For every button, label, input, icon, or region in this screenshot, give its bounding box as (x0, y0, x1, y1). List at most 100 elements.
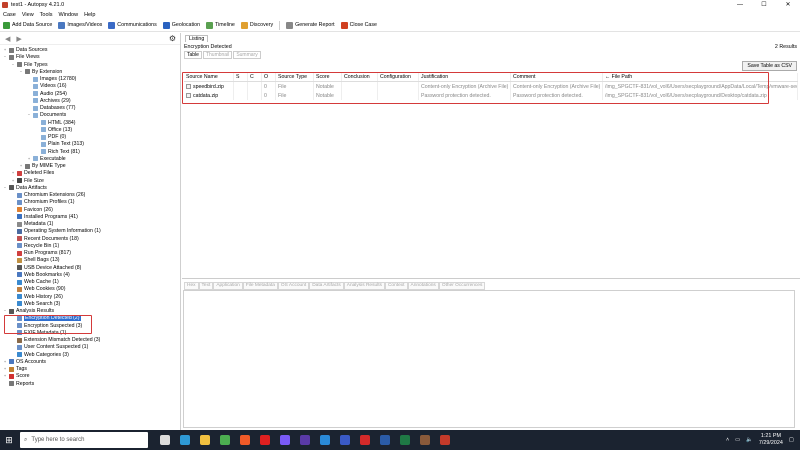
tree-node[interactable]: − File Types (11, 62, 48, 68)
tree-node[interactable]: − File Views (3, 54, 40, 60)
tree-node[interactable]: Web Search (3) (11, 301, 60, 307)
subtab-summary[interactable]: Summary (233, 51, 261, 59)
generate-report-button[interactable]: Generate Report (286, 21, 335, 29)
menu-view[interactable]: View (22, 12, 34, 18)
expand-toggle-icon[interactable]: + (11, 170, 15, 176)
tree-node[interactable]: − By Extension (19, 69, 62, 75)
expand-toggle-icon[interactable]: + (11, 178, 15, 184)
timeline-button[interactable]: Timeline (206, 21, 235, 29)
tree-node[interactable]: Web Categories (3) (11, 352, 69, 358)
tree-node[interactable]: Reports (3, 381, 34, 387)
brave-icon[interactable] (240, 435, 250, 445)
tree-node[interactable]: + OS Accounts (3, 359, 46, 365)
save-csv-button[interactable]: Save Table as CSV (742, 61, 797, 71)
maximize-button[interactable]: ☐ (752, 0, 776, 10)
tree-node[interactable]: Plain Text (313) (35, 141, 84, 147)
tree-node[interactable]: Web Cache (1) (11, 279, 59, 285)
tree-node[interactable]: − Analysis Results (3, 308, 54, 314)
tree-node[interactable]: + Score (3, 373, 30, 379)
task-view-icon[interactable] (160, 435, 170, 445)
expand-toggle-icon[interactable]: + (3, 359, 7, 365)
menu-help[interactable]: Help (84, 12, 95, 18)
tree-node[interactable]: Chromium Extensions (26) (11, 192, 85, 198)
content-tab-annotations[interactable]: Annotations (407, 282, 439, 290)
content-tab-file-metadata[interactable]: File Metadata (242, 282, 278, 290)
tree-node[interactable]: Metadata (1) (11, 221, 53, 227)
discovery-button[interactable]: Discovery (240, 21, 273, 29)
expand-toggle-icon[interactable]: + (19, 163, 23, 169)
tree-node[interactable]: Videos (16) (27, 83, 66, 89)
tree-node[interactable]: Chromium Profiles (1) (11, 199, 74, 205)
network-icon[interactable]: ▭ (735, 437, 740, 443)
geolocation-button[interactable]: Geolocation (162, 21, 200, 29)
tree-node[interactable]: Web Cookies (90) (11, 286, 65, 292)
images-videos-button[interactable]: Images/Videos (58, 21, 102, 29)
expand-toggle-icon[interactable]: − (27, 112, 31, 118)
taskbar-search-box[interactable]: ⌕ Type here to search (20, 432, 148, 448)
tree-node[interactable]: Shell Bags (13) (11, 257, 59, 263)
word-icon[interactable] (380, 435, 390, 445)
minimize-button[interactable]: — (728, 0, 752, 10)
expand-toggle-icon[interactable]: − (11, 62, 15, 68)
content-tab-text[interactable]: Text (198, 282, 214, 290)
tree-node[interactable]: Images (12780) (27, 76, 76, 82)
expand-toggle-icon[interactable]: − (3, 308, 7, 314)
tree-node[interactable]: + Tags (3, 366, 27, 372)
tree-node[interactable]: Recent Documents (18) (11, 236, 79, 242)
expand-toggle-icon[interactable]: − (3, 185, 7, 191)
expand-toggle-icon[interactable]: − (3, 54, 7, 60)
subtab-table[interactable]: Table (184, 51, 202, 59)
tree-node[interactable]: + Executable (27, 156, 66, 162)
tree-node[interactable]: Rich Text (81) (35, 149, 80, 155)
tray-chevron-icon[interactable]: ˄ (726, 437, 729, 443)
content-tab-context[interactable]: Context (384, 282, 408, 290)
forward-arrow-icon[interactable]: ▶ (16, 35, 21, 43)
edge-icon[interactable] (180, 435, 190, 445)
tree-node[interactable]: Databases (77) (27, 105, 75, 111)
tree-node[interactable]: Extension Mismatch Detected (3) (11, 337, 100, 343)
tree-node[interactable]: USB Device Attached (8) (11, 265, 81, 271)
content-tab-analysis-results[interactable]: Analysis Results (343, 282, 385, 290)
close-button[interactable]: ✕ (776, 0, 800, 10)
content-tab-application[interactable]: Application (213, 282, 243, 290)
tree-node[interactable]: Archives (29) (27, 98, 71, 104)
tree-node[interactable]: PDF (0) (35, 134, 66, 140)
communications-button[interactable]: Communications (108, 21, 157, 29)
messenger-icon[interactable] (280, 435, 290, 445)
app-purple-icon[interactable] (300, 435, 310, 445)
app-blue-icon[interactable] (340, 435, 350, 445)
close-case-button[interactable]: Close Case (340, 21, 377, 29)
tree-node[interactable]: Installed Programs (41) (11, 214, 78, 220)
tree-node[interactable]: Audio (254) (27, 91, 67, 97)
panel-divider[interactable] (182, 278, 800, 279)
tree-node[interactable]: − Documents (27, 112, 66, 118)
tree-node[interactable]: Operating System Information (1) (11, 228, 101, 234)
content-tab-other-occurrences[interactable]: Other Occurrences (438, 282, 486, 290)
windows-start-icon[interactable]: ⊞ (0, 430, 18, 450)
autopsy-icon[interactable] (420, 435, 430, 445)
tree-node[interactable]: Web History (26) (11, 294, 63, 300)
menu-case[interactable]: Case (3, 12, 16, 18)
acrobat-icon[interactable] (360, 435, 370, 445)
tree-node[interactable]: + Data Sources (3, 47, 48, 53)
tree-node[interactable]: Recycle Bin (1) (11, 243, 59, 249)
expand-toggle-icon[interactable]: + (3, 366, 7, 372)
menu-tools[interactable]: Tools (40, 12, 53, 18)
vscode-icon[interactable] (320, 435, 330, 445)
tree-node[interactable]: User Content Suspected (1) (11, 344, 88, 350)
tree-node[interactable]: − Data Artifacts (3, 185, 47, 191)
tree-node[interactable]: + File Size (11, 178, 44, 184)
excel-icon[interactable] (400, 435, 410, 445)
back-arrow-icon[interactable]: ◀ (5, 35, 10, 43)
expand-toggle-icon[interactable]: + (27, 156, 31, 162)
content-tab-hex[interactable]: Hex (184, 282, 199, 290)
file-explorer-icon[interactable] (200, 435, 210, 445)
expand-toggle-icon[interactable]: + (3, 47, 7, 53)
expand-toggle-icon[interactable]: + (3, 373, 7, 379)
subtab-thumbnail[interactable]: Thumbnail (202, 51, 233, 59)
menu-window[interactable]: Window (59, 12, 79, 18)
tree-node[interactable]: + Deleted Files (11, 170, 54, 176)
add-data-source-button[interactable]: Add Data Source (3, 21, 52, 29)
volume-icon[interactable]: 🔈 (746, 437, 753, 443)
expand-toggle-icon[interactable]: − (19, 69, 23, 75)
